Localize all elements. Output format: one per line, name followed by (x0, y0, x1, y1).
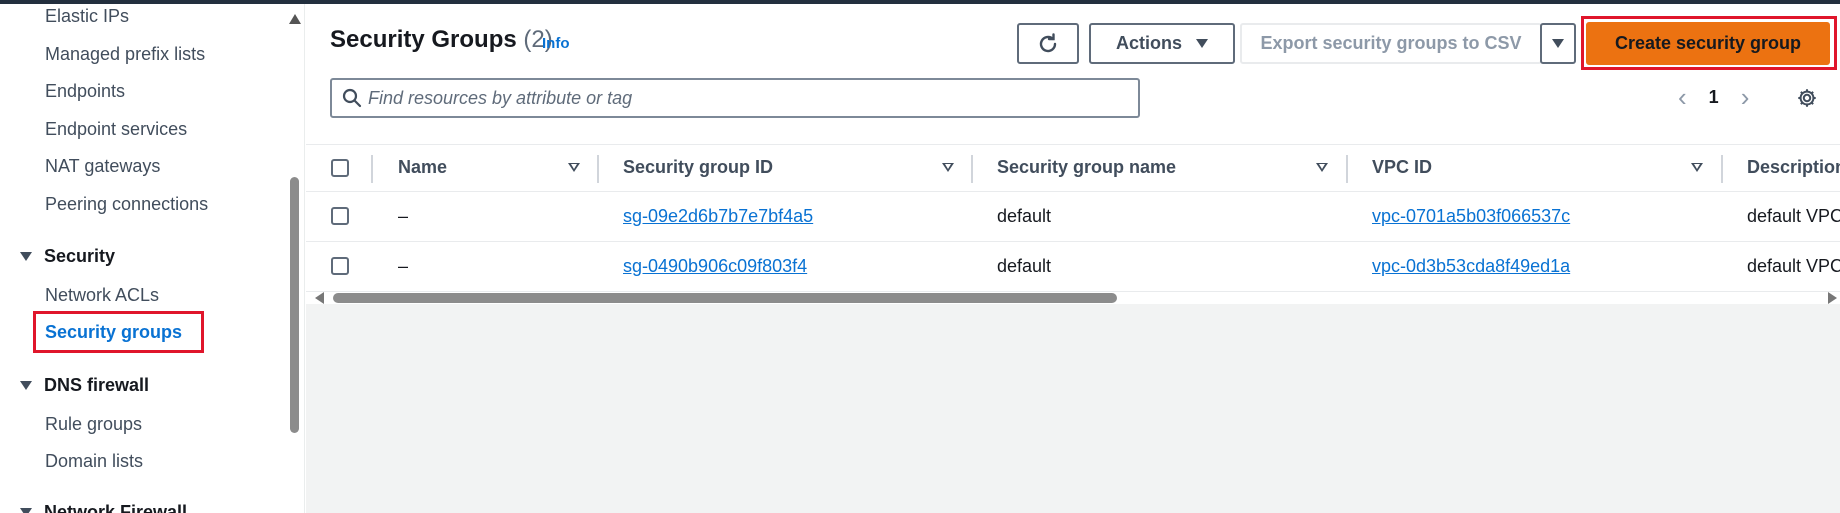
export-dropdown-button[interactable] (1540, 23, 1576, 64)
main-content: Security Groups (2) Info Actions Export … (306, 4, 1840, 513)
cell-security-group-id-link[interactable]: sg-0490b906c09f803f4 (623, 256, 807, 277)
column-header-name[interactable]: Name (398, 157, 447, 178)
sidebar-section-label: Security (44, 246, 116, 266)
cell-security-group-id-link[interactable]: sg-09e2d6b7b7e7bf4a5 (623, 206, 813, 227)
column-header-security-group-id[interactable]: Security group ID (623, 157, 773, 178)
cell-description: default VPC (1747, 206, 1840, 226)
actions-label: Actions (1115, 33, 1182, 53)
chevron-left-icon[interactable]: ‹ (1678, 84, 1687, 110)
column-divider[interactable] (1721, 155, 1723, 183)
column-divider[interactable] (1346, 155, 1348, 183)
column-header-security-group-name[interactable]: Security group name (997, 157, 1176, 178)
search-input[interactable] (362, 87, 1138, 109)
column-divider (371, 155, 373, 183)
row-checkbox[interactable] (331, 257, 349, 275)
sidebar-item-managed-prefix-lists[interactable]: Managed prefix lists (45, 44, 205, 65)
refresh-button[interactable] (1017, 23, 1079, 64)
scroll-left-icon[interactable] (315, 292, 324, 304)
info-link[interactable]: Info (542, 35, 570, 52)
cell-vpc-id-link[interactable]: vpc-0d3b53cda8f49ed1a (1372, 256, 1570, 277)
sidebar-item-endpoint-services[interactable]: Endpoint services (45, 119, 187, 140)
highlight-box (33, 311, 204, 353)
sidebar-item-nat-gateways[interactable]: NAT gateways (45, 156, 160, 177)
sidebar-item-elastic-ips[interactable]: Elastic IPs (45, 6, 129, 27)
search-field[interactable] (330, 78, 1140, 118)
cell-name: – (398, 206, 409, 226)
sidebar-item-peering-connections[interactable]: Peering connections (45, 194, 208, 215)
sidebar-section-label: Network Firewall (44, 502, 188, 513)
sort-icon[interactable] (1316, 163, 1328, 172)
actions-button[interactable]: Actions (1089, 23, 1235, 64)
select-all-checkbox[interactable] (331, 159, 349, 177)
pagination: ‹ 1 › (1678, 84, 1749, 110)
column-header-description[interactable]: Description (1747, 157, 1840, 178)
create-label: Create security group (1614, 33, 1802, 53)
cell-security-group-name: default (997, 206, 1052, 226)
page-title: Security Groups (2) (330, 26, 553, 54)
table-row[interactable]: – sg-0490b906c09f803f4 default vpc-0d3b5… (306, 242, 1840, 292)
table-row[interactable]: – sg-09e2d6b7b7e7bf4a5 default vpc-0701a… (306, 192, 1840, 242)
scroll-right-icon[interactable] (1828, 292, 1837, 304)
caret-down-icon (1552, 39, 1564, 48)
sidebar-item-rule-groups[interactable]: Rule groups (45, 414, 142, 435)
caret-down-icon (20, 381, 32, 390)
cell-name: – (398, 256, 409, 276)
export-csv-button[interactable]: Export security groups to CSV (1240, 23, 1542, 64)
column-divider[interactable] (971, 155, 973, 183)
cell-vpc-id-link[interactable]: vpc-0701a5b03f066537c (1372, 206, 1570, 227)
sidebar-section-dns-firewall[interactable]: DNS firewall (20, 375, 149, 396)
security-groups-panel: Security Groups (2) Info Actions Export … (306, 4, 1840, 304)
caret-down-icon (1196, 39, 1208, 48)
table-header: Name Security group ID Security group na… (306, 144, 1840, 192)
create-security-group-button[interactable]: Create security group (1586, 22, 1830, 65)
column-divider[interactable] (597, 155, 599, 183)
sidebar-section-label: DNS firewall (44, 375, 150, 395)
page-title-text: Security Groups (330, 26, 517, 53)
export-label: Export security groups to CSV (1260, 33, 1522, 53)
sort-icon[interactable] (942, 163, 954, 172)
sidebar-section-network-firewall[interactable]: Network Firewall (20, 502, 187, 513)
cell-security-group-name: default (997, 256, 1052, 276)
refresh-icon (1039, 32, 1057, 52)
column-header-vpc-id[interactable]: VPC ID (1372, 157, 1432, 178)
table-horizontal-scrollbar[interactable] (306, 290, 1840, 306)
caret-down-icon (20, 252, 32, 261)
horizontal-scrollbar-thumb[interactable] (333, 293, 1117, 303)
chevron-right-icon[interactable]: › (1741, 84, 1750, 110)
gear-icon[interactable] (1796, 87, 1818, 109)
sort-icon[interactable] (568, 163, 580, 172)
sidebar-item-network-acls[interactable]: Network ACLs (45, 285, 159, 306)
sidebar-scrollbar-thumb[interactable] (290, 177, 299, 433)
row-checkbox[interactable] (331, 207, 349, 225)
cell-description: default VPC (1747, 256, 1840, 276)
sidebar-item-endpoints[interactable]: Endpoints (45, 81, 125, 102)
search-icon (342, 88, 362, 108)
sidebar-section-security[interactable]: Security (20, 246, 115, 267)
page-number[interactable]: 1 (1709, 87, 1719, 108)
scroll-up-icon[interactable] (289, 14, 301, 24)
sort-icon[interactable] (1691, 163, 1703, 172)
sidebar-nav: Elastic IPs Managed prefix lists Endpoin… (0, 4, 305, 513)
caret-down-icon (20, 508, 32, 513)
sidebar-item-domain-lists[interactable]: Domain lists (45, 451, 143, 472)
